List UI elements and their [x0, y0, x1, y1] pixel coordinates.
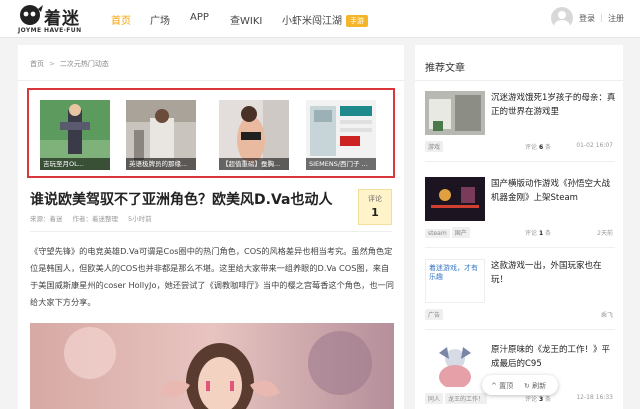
recommended-item[interactable]: 着迷游戏，才有乐趣 这款游戏一出，外国玩家也在玩！ 广告 乘飞 — [425, 259, 615, 320]
recommended-meta: 游戏 评论 6 条 01-02 16:07 — [425, 141, 615, 152]
tag[interactable]: 龙王的工作！ — [445, 393, 488, 404]
recommended-time: 2天前 — [597, 230, 613, 237]
recommended-time: 12-18 16:33 — [576, 394, 613, 401]
recommended-meta: 广告 乘飞 — [425, 309, 615, 320]
gallery-caption: 英语极牌员的那缘... — [126, 158, 196, 170]
register-link[interactable]: 注册 — [608, 13, 624, 24]
tag[interactable]: 广告 — [425, 309, 444, 320]
divider — [425, 161, 615, 162]
tag[interactable]: 游戏 — [425, 141, 444, 152]
comments-label: 评论 — [525, 396, 538, 403]
comments-label: 评论 — [525, 144, 538, 151]
tag[interactable]: steam — [425, 229, 450, 238]
recommended-title: 国产横版动作游戏《孙悟空大战机器金刚》上架Steam — [491, 179, 611, 203]
floating-action-bar: ^ 置顶 ↻ 刷新 — [482, 375, 558, 395]
joyme-logo[interactable]: 着迷 JOYME HAVE·FUN — [18, 3, 98, 35]
sidebar-title: 推荐文章 — [425, 63, 465, 74]
recommended-comments: 评论 6 条 — [525, 142, 551, 151]
refresh-icon: ↻ — [524, 382, 530, 390]
nav-wiki[interactable]: 查WIKI — [230, 12, 262, 27]
nav-home[interactable]: 首页 — [111, 12, 131, 27]
comments-count: 3 — [538, 396, 544, 403]
recommended-thumb: 着迷游戏，才有乐趣 — [425, 259, 485, 303]
gallery-caption: 吉玩至月OL... — [40, 158, 110, 170]
comment-label: 评论 — [368, 195, 382, 203]
back-to-top-label: 置顶 — [499, 382, 514, 390]
comments-count: 1 — [538, 230, 544, 237]
nav-game-label: 小虾米闯江湖 — [282, 16, 342, 27]
gallery-thumb[interactable]: 吉玩至月OL... — [40, 100, 110, 170]
recommended-meta: steam 国产 评论 1 条 2天前 — [425, 227, 615, 238]
divider — [18, 80, 404, 81]
recommended-item[interactable]: 国产横版动作游戏《孙悟空大战机器金刚》上架Steam steam 国产 评论 1 … — [425, 177, 615, 238]
back-to-top-button[interactable]: ^ 置顶 — [491, 381, 513, 391]
divider — [415, 80, 623, 81]
gallery-caption: 【超值重磅】蚕胸... — [219, 158, 289, 170]
article-panel: 首页 > 二次元热门动态 吉玩至月OL... 英语极牌员的那缘... 【超值重磅… — [18, 45, 404, 409]
comments-unit: 条 — [545, 230, 552, 237]
article-hero-image — [30, 323, 394, 409]
login-link[interactable]: 登录 — [579, 13, 595, 24]
refresh-label: 刷新 — [532, 382, 547, 390]
nav-game-promo[interactable]: 小虾米闯江湖 手游 — [282, 12, 368, 27]
avatar[interactable] — [551, 7, 573, 29]
mobile-game-badge: 手游 — [346, 15, 368, 27]
gallery-thumb[interactable]: 【超值重磅】蚕胸... — [219, 100, 289, 170]
recommended-time: 01-02 16:07 — [576, 142, 613, 149]
recommended-sidebar: 推荐文章 沉迷游戏饿死1岁孩子的母亲：真正的世界在游戏里 游戏 评论 6 条 0… — [415, 45, 623, 409]
user-icon — [558, 11, 566, 19]
recommended-thumb — [425, 177, 485, 221]
chevron-up-icon: ^ — [491, 382, 497, 390]
article-author: 作者：着迷整理 — [72, 215, 119, 223]
auth-divider: | — [600, 13, 603, 22]
top-header: 着迷 JOYME HAVE·FUN 首页 广场 APP 查WIKI 小虾米闯江湖… — [0, 0, 640, 38]
recommended-thumb — [425, 91, 485, 135]
comment-count: 1 — [371, 206, 379, 219]
recommended-title: 这款游戏一出，外国玩家也在玩！ — [491, 261, 602, 285]
related-gallery: 吉玩至月OL... 英语极牌员的那缘... 【超值重磅】蚕胸... SIEMEN… — [27, 88, 395, 178]
recommended-comments: 评论 1 条 — [525, 228, 551, 237]
breadcrumb: 首页 > 二次元热门动态 — [30, 59, 109, 69]
tag[interactable]: 国产 — [451, 227, 470, 238]
refresh-button[interactable]: ↻ 刷新 — [524, 381, 546, 391]
divider — [425, 247, 615, 248]
user-icon-body — [554, 20, 570, 29]
nav-app[interactable]: APP — [190, 12, 209, 23]
article-time: 5小时前 — [128, 215, 152, 223]
gallery-thumb[interactable]: 英语极牌员的那缘... — [126, 100, 196, 170]
recommended-thumb — [425, 343, 485, 387]
recommended-title: 原汁原味的《龙王的工作！》平成最后的C95 — [491, 345, 611, 369]
comments-count: 6 — [538, 144, 544, 151]
comments-unit: 条 — [545, 144, 552, 151]
recommended-item[interactable]: 沉迷游戏饿死1岁孩子的母亲：真正的世界在游戏里 游戏 评论 6 条 01-02 … — [425, 91, 616, 152]
article-source: 来源：着迷 — [30, 215, 63, 223]
logo-mascot-icon — [20, 5, 43, 25]
article-meta: 来源：着迷 作者：着迷整理 5小时前 — [30, 213, 162, 223]
gallery-caption: SIEMENS/西门子 ... — [306, 158, 376, 170]
recommended-title: 沉迷游戏饿死1岁孩子的母亲：真正的世界在游戏里 — [491, 93, 616, 117]
tag[interactable]: 同人 — [425, 393, 444, 404]
ad-image-text: 着迷游戏，才有乐趣 — [429, 264, 478, 281]
gallery-thumb[interactable]: SIEMENS/西门子 ... — [306, 100, 376, 170]
logo-text: 着迷 — [44, 9, 80, 29]
breadcrumb-separator: > — [49, 60, 55, 68]
article-title: 谁说欧美驾驭不了亚洲角色？欧美风D.Va也动人 — [30, 192, 333, 208]
breadcrumb-home[interactable]: 首页 — [30, 60, 44, 68]
breadcrumb-current[interactable]: 二次元热门动态 — [60, 60, 109, 68]
comment-count-box[interactable]: 评论 1 — [358, 189, 392, 225]
recommended-comments: 评论 3 条 — [525, 394, 551, 403]
recommended-time: 乘飞 — [600, 312, 613, 319]
nav-square[interactable]: 广场 — [150, 12, 170, 27]
comments-unit: 条 — [545, 396, 552, 403]
divider — [425, 329, 615, 330]
article-body: 《守望先锋》的电竞英雄D.Va可谓是Cos圈中的热门角色，COS的风格差异也相当… — [30, 246, 394, 307]
comments-label: 评论 — [525, 230, 538, 237]
divider — [30, 231, 392, 232]
logo-slogan: JOYME HAVE·FUN — [18, 27, 82, 34]
